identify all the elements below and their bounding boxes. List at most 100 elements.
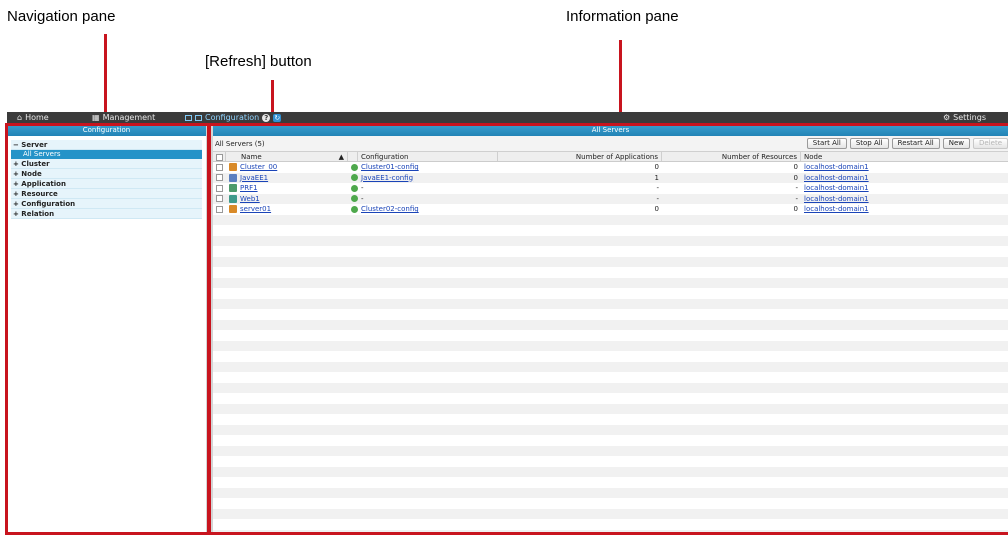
server-icon [229, 173, 237, 182]
column-applications[interactable]: Number of Applications [498, 152, 662, 161]
server-name-cell: Cluster_00 [226, 162, 348, 173]
node-cell: localhost-domain1 [801, 204, 1008, 215]
help-icon[interactable]: ? [262, 114, 271, 122]
restart-all-button[interactable]: Restart All [891, 138, 940, 149]
table-row [213, 277, 1008, 288]
server-name-link[interactable]: Web1 [240, 195, 260, 203]
tree-item-relation[interactable]: + Relation [11, 209, 202, 219]
column-resources[interactable]: Number of Resources [662, 152, 801, 161]
column-node[interactable]: Node [801, 152, 1008, 161]
table-row [213, 508, 1008, 519]
server-name-link[interactable]: server01 [240, 205, 271, 213]
tree-item-application[interactable]: + Application [11, 179, 202, 189]
table-row [213, 267, 1008, 278]
top-navigation-bar: ⌂ Home ▦ Management Configuration ? ↻ ⚙ … [7, 112, 1008, 124]
tree-item-all-servers[interactable]: All Servers [11, 150, 202, 159]
column-name[interactable]: Name ▲ [226, 152, 348, 161]
table-row [213, 361, 1008, 372]
row-checkbox[interactable] [216, 174, 223, 181]
row-select-cell [213, 173, 226, 184]
tree-item-server[interactable]: − Server [11, 140, 202, 150]
table-row[interactable]: Web1- - - localhost-domain1 [213, 193, 1008, 205]
node-cell: localhost-domain1 [801, 194, 1008, 205]
status-ok-icon [351, 195, 358, 202]
applications-cell: 0 [654, 205, 659, 213]
column-configuration[interactable]: Configuration [358, 152, 498, 161]
node-link[interactable]: localhost-domain1 [804, 184, 869, 192]
new-button[interactable]: New [942, 138, 970, 149]
table-row [213, 214, 1008, 225]
row-checkbox[interactable] [216, 195, 223, 202]
tab-management-label: Management [102, 113, 156, 122]
table-row[interactable]: JavaEE1 JavaEE1-config 1 0 localhost-domain1 [213, 172, 1008, 184]
table-row [213, 351, 1008, 362]
navigation-pane: Configuration − Server All Servers + Clu… [7, 124, 206, 535]
row-select-cell [213, 183, 226, 194]
server-count-label: All Servers (5) [215, 139, 265, 148]
tab-settings[interactable]: ⚙ Settings [943, 112, 986, 124]
node-link[interactable]: localhost-domain1 [804, 205, 869, 213]
row-checkbox[interactable] [216, 205, 223, 213]
tree-item-node[interactable]: + Node [11, 169, 202, 179]
tree-item-cluster[interactable]: + Cluster [11, 159, 202, 169]
resources-cell: 0 [793, 205, 798, 213]
server-name-link[interactable]: JavaEE1 [240, 174, 268, 182]
server-name-link[interactable]: PRF1 [240, 184, 258, 192]
button-group: Start All Stop All Restart All New Delet… [806, 138, 1008, 149]
tab-management[interactable]: ▦ Management [92, 112, 155, 124]
navigation-pane-title: Configuration [7, 124, 206, 136]
tab-home[interactable]: ⌂ Home [17, 112, 49, 124]
applications-cell: 0 [654, 163, 659, 171]
configuration-link: - [361, 194, 364, 203]
resources-cell: 0 [793, 173, 798, 182]
tab-configuration-label: Configuration [205, 113, 260, 122]
resources-cell: - [795, 184, 798, 192]
tab-configuration[interactable]: Configuration ? ↻ [185, 112, 282, 124]
tree-item-resource[interactable]: + Resource [11, 189, 202, 199]
status-cell [348, 183, 358, 194]
stop-all-button[interactable]: Stop All [849, 138, 889, 149]
delete-button[interactable]: Delete [973, 138, 1008, 149]
table-row [213, 372, 1008, 383]
column-status [348, 152, 358, 161]
select-all-checkbox[interactable] [216, 153, 223, 161]
tab-settings-label: Settings [953, 113, 986, 122]
resources-cell: - [795, 194, 798, 203]
configuration-link[interactable]: Cluster02-config [361, 205, 419, 213]
start-all-button[interactable]: Start All [806, 138, 847, 149]
configuration-cell: JavaEE1-config [358, 173, 498, 184]
row-checkbox[interactable] [216, 163, 223, 171]
status-cell [348, 173, 358, 184]
refresh-icon[interactable]: ↻ [273, 114, 282, 122]
applications-cell: - [656, 194, 659, 203]
configuration-link[interactable]: JavaEE1-config [361, 174, 413, 182]
row-select-cell [213, 204, 226, 215]
status-cell [348, 204, 358, 215]
table-row [213, 456, 1008, 467]
all-servers-label: All Servers [23, 150, 61, 158]
node-link[interactable]: localhost-domain1 [804, 163, 869, 171]
row-checkbox[interactable] [216, 184, 223, 192]
table-row [213, 330, 1008, 341]
server-name-link[interactable]: Cluster_00 [240, 163, 277, 171]
table-row[interactable]: Cluster_00 Cluster01-config 0 0 localhost-do… [213, 162, 1008, 173]
status-ok-icon [351, 205, 358, 213]
configuration-link[interactable]: Cluster01-config [361, 163, 419, 171]
status-ok-icon [351, 163, 358, 171]
applications-cell: 1 [654, 173, 659, 182]
node-link[interactable]: localhost-domain1 [804, 174, 869, 182]
tree-item-configuration[interactable]: + Configuration [11, 199, 202, 209]
configuration-cell: - [358, 183, 498, 194]
configuration-icon [185, 115, 192, 121]
table-row[interactable]: PRF1- - - localhost-domain1 [213, 183, 1008, 194]
node-link[interactable]: localhost-domain1 [804, 195, 869, 203]
status-cell [348, 194, 358, 205]
toolbar: All Servers (5) Start All Stop All Resta… [213, 136, 1008, 152]
table-row [213, 256, 1008, 267]
settings-icon: ⚙ [943, 113, 951, 122]
configuration-cell: Cluster02-config [358, 204, 498, 215]
pane-splitter[interactable] [206, 124, 213, 535]
node-cell: localhost-domain1 [801, 162, 1008, 173]
refresh-button-leader [271, 80, 274, 112]
table-row[interactable]: server01 Cluster02-config 0 0 localhost-doma… [213, 204, 1008, 215]
